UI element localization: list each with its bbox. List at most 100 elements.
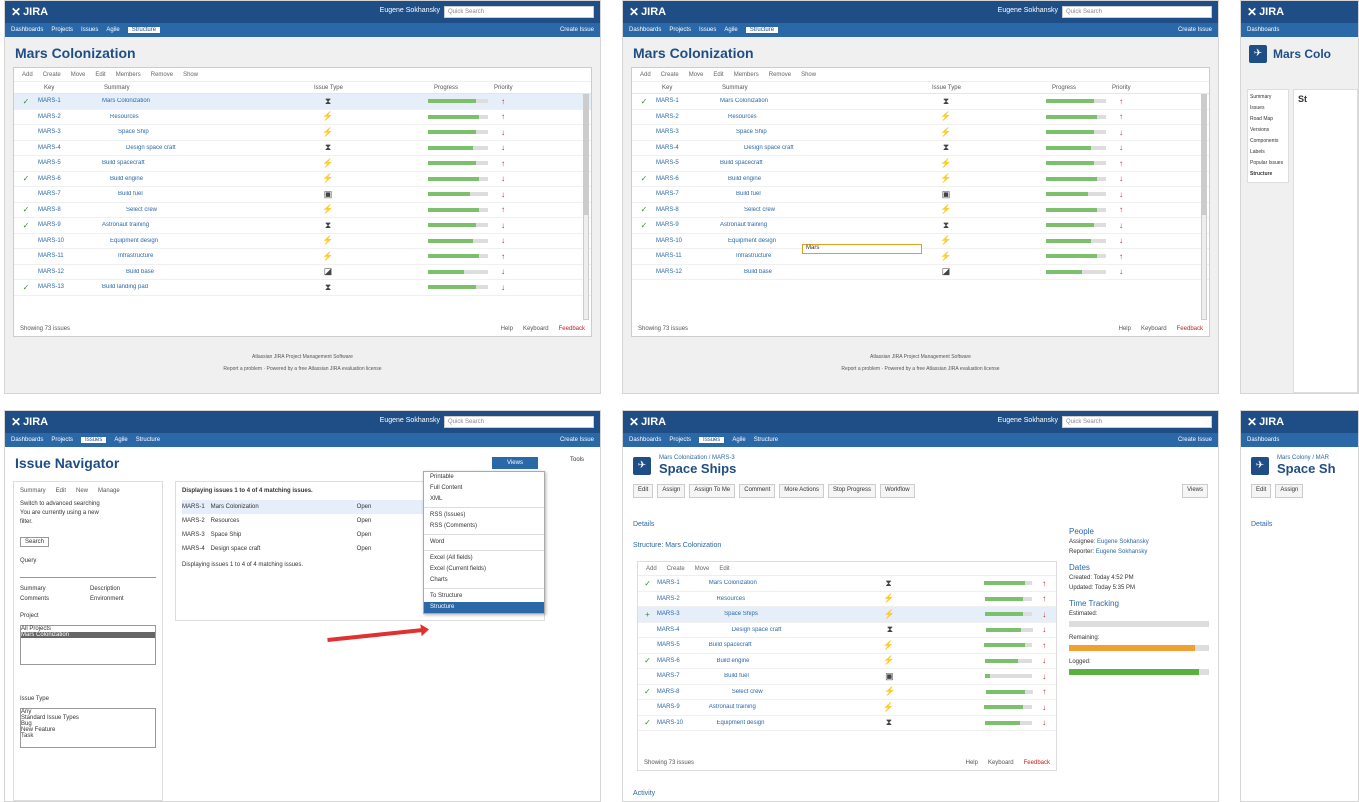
nav-issues[interactable]: Issues (81, 437, 107, 443)
issue-key-link[interactable]: MARS-4 (38, 145, 98, 151)
issue-key-link[interactable]: MARS-2 (38, 114, 98, 120)
tab-summary[interactable]: Summary (20, 488, 46, 494)
issue-summary-link[interactable]: Resources (716, 114, 926, 120)
assign-button[interactable]: Assign (1275, 484, 1304, 498)
user-menu[interactable]: Eugene Sokhansky (380, 7, 440, 14)
table-row[interactable]: ✓ MARS-1 Mars Colonization ⧗ ↑ (14, 94, 591, 110)
result-summary[interactable]: Mars Colonization (211, 504, 351, 510)
menu-item-full-content[interactable]: Full Content (424, 483, 544, 494)
issue-key-link[interactable]: MARS-3 (656, 129, 716, 135)
issue-key-link[interactable]: MARS-1 (38, 98, 98, 104)
create-button[interactable]: Create (661, 72, 679, 78)
jira-logo[interactable]: ✕ JIRA (629, 415, 666, 429)
issue-summary-link[interactable]: Design space craft (98, 145, 308, 151)
table-row[interactable]: ✓ MARS-9 Astronaut training ⧗ ↓ (632, 218, 1209, 234)
table-row[interactable]: ✓ MARS-8 Select crew ⚡ ↑ (638, 685, 1056, 700)
issue-summary-link[interactable]: Select crew (98, 207, 308, 213)
stop-progress-button[interactable]: Stop Progress (827, 484, 876, 498)
issue-summary-link[interactable]: Space Ship (716, 129, 926, 135)
menu-item-rss-comments[interactable]: RSS (Comments) (424, 521, 544, 532)
table-row[interactable]: MARS-4 Design space craft ⧗ ↓ (638, 623, 1056, 638)
tools-button[interactable]: Tools (570, 457, 584, 463)
show-button[interactable]: Show (183, 72, 198, 78)
nav-dashboards[interactable]: Dashboards (11, 27, 43, 33)
issue-summary-link[interactable]: Astronaut training (716, 222, 926, 228)
issue-summary-link[interactable]: Mars Colonization (705, 580, 873, 586)
issue-key-link[interactable]: MARS-8 (656, 207, 716, 213)
views-button[interactable]: Views (492, 457, 538, 469)
time-tracking-heading[interactable]: Time Tracking (1069, 599, 1209, 609)
menu-item-rss-issues[interactable]: RSS (Issues) (424, 510, 544, 521)
issue-summary-link[interactable]: Build base (716, 269, 926, 275)
views-button[interactable]: Views (1182, 484, 1208, 498)
table-row[interactable]: MARS-7 Build fuel ▣ ↓ (638, 669, 1056, 685)
create-issue-link[interactable]: Create Issue (1178, 27, 1212, 33)
issue-key-link[interactable]: MARS-2 (657, 596, 704, 602)
issue-summary-link[interactable]: Build engine (716, 176, 926, 182)
issue-summary-link[interactable]: Space Ship (98, 129, 308, 135)
menu-item-xml[interactable]: XML (424, 494, 544, 505)
keyboard-link[interactable]: Keyboard (1141, 326, 1167, 332)
help-link[interactable]: Help (1119, 326, 1131, 332)
user-menu[interactable]: Eugene Sokhansky (998, 7, 1058, 14)
issue-key-link[interactable]: MARS-4 (656, 145, 716, 151)
issue-summary-link[interactable]: Astronaut training (705, 704, 873, 710)
col-key[interactable]: Key (44, 85, 104, 91)
issue-key-link[interactable]: MARS-6 (656, 176, 716, 182)
jira-logo[interactable]: ✕ JIRA (1247, 5, 1284, 19)
issue-key-link[interactable]: MARS-6 (657, 658, 704, 664)
feedback-link[interactable]: Feedback (1024, 760, 1050, 766)
col-type[interactable]: Issue Type (932, 85, 1052, 91)
edit-button[interactable]: Edit (95, 72, 105, 78)
col-progress[interactable]: Progress (1052, 85, 1112, 91)
tab-new[interactable]: New (76, 488, 88, 494)
keyboard-link[interactable]: Keyboard (988, 760, 1014, 766)
table-row[interactable]: ✓ MARS-6 Build engine ⚡ ↓ (14, 172, 591, 187)
table-row[interactable]: MARS-5 Build spacecraft ⚡ ↑ (14, 156, 591, 172)
col-summary[interactable]: Summary (722, 85, 932, 91)
issue-key-link[interactable]: MARS-5 (657, 642, 705, 648)
issue-key-link[interactable]: MARS-5 (38, 160, 98, 166)
table-row[interactable]: ✓ MARS-8 Select crew ⚡ ↑ (14, 203, 591, 218)
type-select[interactable]: Any Standard Issue Types Bug New Feature… (20, 708, 156, 748)
scrollbar[interactable] (1201, 94, 1207, 320)
help-link[interactable]: Help (501, 326, 513, 332)
issue-summary-link[interactable]: Build fuel (98, 191, 308, 197)
nav-structure[interactable]: Structure (754, 437, 778, 443)
table-row[interactable]: + MARS-3 Space Ships ⚡ ↓ (638, 607, 1056, 623)
checkbox-comments[interactable]: Comments (20, 596, 86, 602)
sidebar-item[interactable]: Versions (1250, 125, 1286, 136)
result-summary[interactable]: Design space craft (211, 546, 351, 552)
table-row[interactable]: MARS-9 Astronaut training ⚡ ↓ (638, 700, 1056, 716)
result-summary[interactable]: Space Ship (211, 532, 351, 538)
create-button[interactable]: Create (43, 72, 61, 78)
add-button[interactable]: Add (22, 72, 33, 78)
remove-button[interactable]: Remove (769, 72, 791, 78)
workflow-button[interactable]: Workflow (880, 484, 915, 498)
issue-key-link[interactable]: MARS-10 (656, 238, 716, 244)
nav-projects[interactable]: Projects (51, 437, 73, 443)
result-key[interactable]: MARS-2 (182, 518, 205, 524)
quick-search-input[interactable]: Quick Search (444, 416, 594, 428)
issue-summary-link[interactable]: Build fuel (716, 191, 926, 197)
nav-projects[interactable]: Projects (669, 437, 691, 443)
menu-item-excel-all[interactable]: Excel (All fields) (424, 553, 544, 564)
sidebar-item[interactable]: Labels (1250, 147, 1286, 158)
show-button[interactable]: Show (801, 72, 816, 78)
issue-summary-link[interactable]: Build spacecraft (716, 160, 926, 166)
issue-key-link[interactable]: MARS-6 (38, 176, 98, 182)
table-row[interactable]: MARS-2 Resources ⚡ ↑ (632, 110, 1209, 125)
table-row[interactable]: MARS-5 Build spacecraft ⚡ ↑ (632, 156, 1209, 172)
query-input[interactable] (20, 566, 156, 578)
members-button[interactable]: Members (734, 72, 759, 78)
project-select[interactable]: All Projects Mars Colonization (20, 625, 156, 665)
issue-key-link[interactable]: MARS-9 (656, 222, 716, 228)
edit-button[interactable]: Edit (1251, 484, 1272, 498)
details-section[interactable]: Details (1251, 521, 1272, 528)
create-issue-link[interactable]: Create Issue (1178, 437, 1212, 443)
issue-summary-link[interactable]: Astronaut training (98, 222, 308, 228)
issue-key-link[interactable]: MARS-7 (656, 191, 716, 197)
nav-projects[interactable]: Projects (669, 27, 691, 33)
col-type[interactable]: Issue Type (314, 85, 434, 91)
issue-summary-link[interactable]: Build spacecraft (705, 642, 873, 648)
